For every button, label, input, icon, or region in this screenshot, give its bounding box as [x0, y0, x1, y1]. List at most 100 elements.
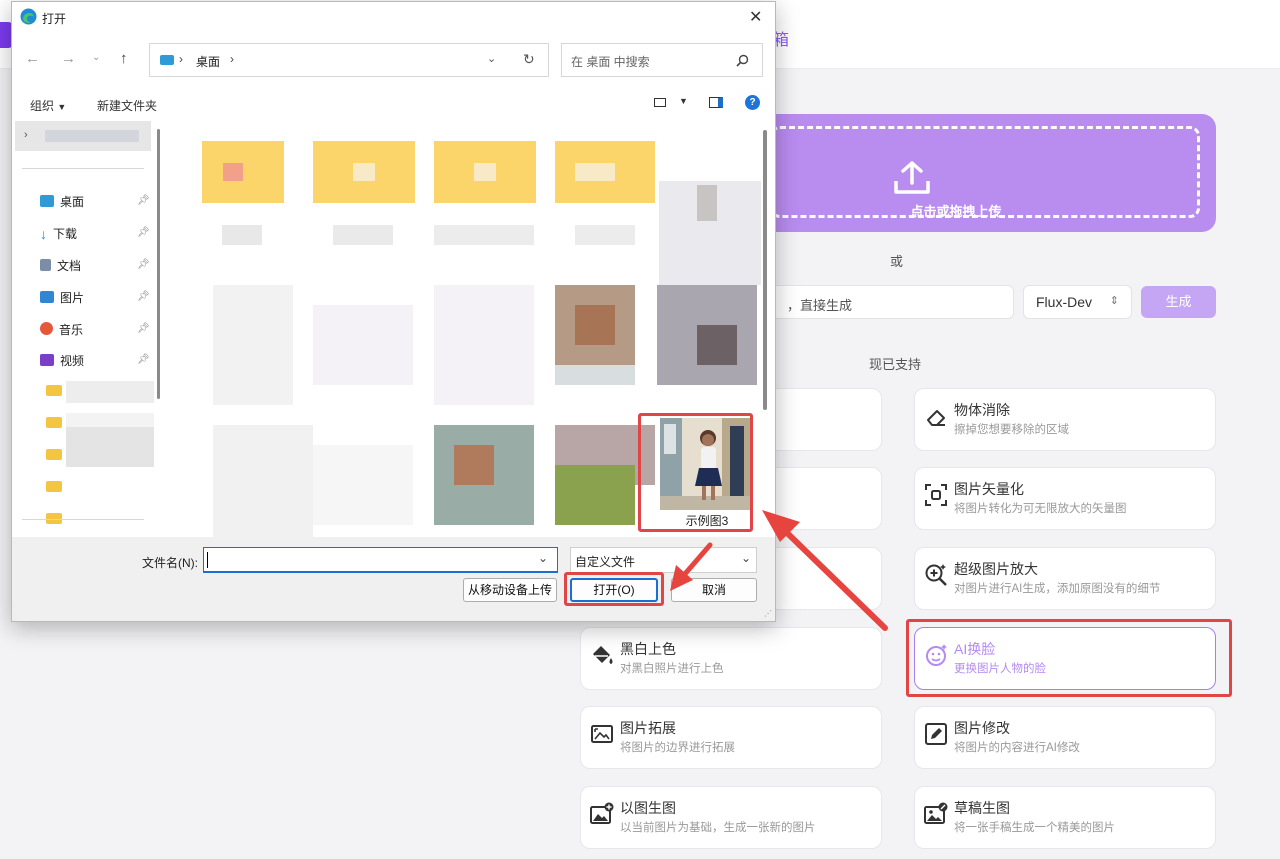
vectorize-icon	[925, 484, 947, 506]
generate-button[interactable]: 生成	[1141, 286, 1216, 318]
nav-item-pictures[interactable]: 图片	[40, 289, 84, 309]
highlight-box-open-button	[564, 572, 664, 606]
blurred-image-thumb[interactable]	[659, 181, 761, 285]
nav-item-desktop[interactable]: 桌面	[40, 193, 84, 213]
expand-chevron-icon[interactable]: ›	[24, 129, 28, 141]
highlight-box-faceswap	[906, 619, 1232, 697]
tool-card-img2img[interactable]: 以图生图 以当前图片为基础，生成一张新的图片	[580, 786, 882, 849]
document-icon	[40, 259, 51, 271]
nav-item-label: 桌面	[60, 195, 85, 209]
nav-item-videos[interactable]: 视频	[40, 352, 84, 372]
tool-desc: 对图片进行AI生成，添加原图没有的细节	[954, 583, 1161, 595]
pin-icon: 📌︎	[137, 323, 150, 334]
expand-icon	[591, 725, 613, 743]
nav-divider	[22, 519, 144, 520]
view-mode-icon[interactable]	[654, 98, 666, 107]
tool-card-super-upscale[interactable]: 超级图片放大 对图片进行AI生成，添加原图没有的细节	[914, 547, 1216, 610]
text-cursor	[207, 552, 208, 568]
view-caret-icon[interactable]: ▼	[679, 96, 688, 106]
filename-input[interactable]: ⌄	[203, 547, 558, 573]
pin-icon: 📌︎	[137, 195, 150, 206]
nav-item-blurred-root[interactable]: ›	[15, 121, 151, 151]
dialog-titlebar[interactable]: 打开 ✕	[12, 2, 775, 32]
up-arrow-icon[interactable]: ↑	[120, 50, 128, 67]
upload-dropzone[interactable]: 点击或拖拽上传	[760, 114, 1216, 232]
tool-card-sketch[interactable]: 草稿生图 将一张手稿生成一个精美的图片	[914, 786, 1216, 849]
dropdown-caret-icon: ▼	[57, 102, 67, 112]
upload-icon	[894, 161, 930, 194]
tool-card-edit[interactable]: 图片修改 将图片的内容进行AI修改	[914, 706, 1216, 769]
eraser-icon	[927, 410, 945, 426]
folder-icon[interactable]	[46, 385, 62, 396]
tool-desc: 擦掉您想要移除的区域	[954, 424, 1069, 436]
folder-icon[interactable]	[46, 449, 62, 460]
tool-title: 草稿生图	[954, 800, 1010, 816]
filetype-dropdown-icon[interactable]: ⌄	[741, 551, 751, 565]
nav-divider	[22, 168, 144, 169]
nav-item-music[interactable]: 音乐	[40, 321, 83, 341]
prompt-input[interactable]: ，直接生成	[770, 285, 1014, 319]
blurred-folder-thumb[interactable]	[313, 141, 415, 245]
forward-arrow-icon[interactable]: →	[61, 50, 76, 67]
blurred-folder-thumb[interactable]	[202, 141, 304, 245]
tool-card-colorize[interactable]: 黑白上色 对黑白照片进行上色	[580, 627, 882, 690]
search-icon[interactable]	[736, 54, 749, 67]
nav-item-downloads[interactable]: ↓ 下载	[40, 225, 77, 245]
blurred-image-thumb[interactable]	[213, 285, 315, 405]
video-icon	[40, 354, 54, 366]
download-arrow-icon: ↓	[40, 226, 47, 242]
nav-item-documents[interactable]: 文档	[40, 257, 81, 277]
tool-desc: 将图片的内容进行AI修改	[954, 742, 1080, 754]
help-icon[interactable]: ?	[745, 95, 760, 110]
refresh-icon[interactable]: ↻	[523, 51, 535, 68]
blurred-image-thumb[interactable]	[657, 285, 759, 389]
blurred-image-thumb[interactable]	[434, 425, 536, 529]
organize-menu[interactable]: 组织 ▼	[30, 97, 66, 114]
folder-icon[interactable]	[46, 481, 62, 492]
blurred-image-thumb[interactable]	[213, 425, 315, 537]
nav-item-label: 图片	[60, 291, 85, 305]
resize-grip-icon[interactable]: ⋰	[764, 609, 772, 618]
organize-label: 组织	[30, 99, 55, 113]
tool-desc: 将一张手稿生成一个精美的图片	[954, 822, 1115, 834]
filename-dropdown-icon[interactable]: ⌄	[538, 551, 548, 565]
address-bar[interactable]: › 桌面 › ⌄ ↻	[149, 43, 549, 77]
upload-dash-border: 点击或拖拽上传	[770, 126, 1200, 219]
address-dropdown-icon[interactable]: ⌄	[487, 52, 496, 65]
or-divider-label: 或	[890, 254, 904, 269]
filename-label: 文件名(N):	[142, 556, 198, 570]
model-select[interactable]: Flux-Dev ⇕	[1023, 285, 1132, 319]
nav-item-label: 音乐	[59, 323, 84, 337]
nav-scrollbar[interactable]	[157, 129, 160, 399]
cancel-button[interactable]: 取消	[671, 578, 757, 602]
tool-desc: 以当前图片为基础，生成一张新的图片	[620, 822, 816, 834]
address-breadcrumb[interactable]: 桌面	[196, 53, 220, 70]
tool-card-expand[interactable]: 图片拓展 将图片的边界进行拓展	[580, 706, 882, 769]
filetype-select[interactable]: 自定义文件 ⌄	[570, 547, 757, 573]
upload-from-mobile-button[interactable]: 从移动设备上传	[463, 578, 557, 602]
back-arrow-icon[interactable]: ←	[25, 50, 40, 67]
folder-icon[interactable]	[46, 417, 62, 428]
new-folder-button[interactable]: 新建文件夹	[97, 97, 157, 114]
tool-card-vectorize[interactable]: 图片矢量化 将图片转化为可无限放大的矢量图	[914, 467, 1216, 530]
preview-pane-icon[interactable]	[709, 97, 723, 108]
paint-bucket-icon	[593, 646, 613, 664]
blurred-folder-thumb[interactable]	[555, 141, 657, 245]
dialog-navbar: ← → ⌄ ↑ › 桌面 › ⌄ ↻ 在 桌面 中搜索	[12, 38, 775, 82]
search-box[interactable]: 在 桌面 中搜索	[561, 43, 763, 77]
image-plus-icon	[590, 802, 614, 824]
blurred-image-thumb[interactable]	[555, 285, 657, 389]
recent-chevron-icon[interactable]: ⌄	[92, 52, 100, 63]
close-icon[interactable]: ✕	[749, 7, 762, 27]
nav-item-label: 视频	[60, 354, 85, 368]
tool-card-object-removal[interactable]: 物体消除 擦掉您想要移除的区域	[914, 388, 1216, 451]
breadcrumb-separator-icon: ›	[230, 52, 234, 66]
blurred-folder-thumb[interactable]	[434, 141, 536, 245]
tool-title: 以图生图	[620, 800, 676, 816]
blurred-image-thumb[interactable]	[313, 445, 415, 549]
blurred-image-thumb[interactable]	[313, 305, 415, 409]
upload-label: 点击或拖拽上传	[910, 204, 1002, 219]
edge-browser-icon	[20, 8, 37, 25]
blurred-image-thumb[interactable]	[434, 285, 536, 405]
file-list-scrollbar[interactable]	[763, 130, 767, 410]
